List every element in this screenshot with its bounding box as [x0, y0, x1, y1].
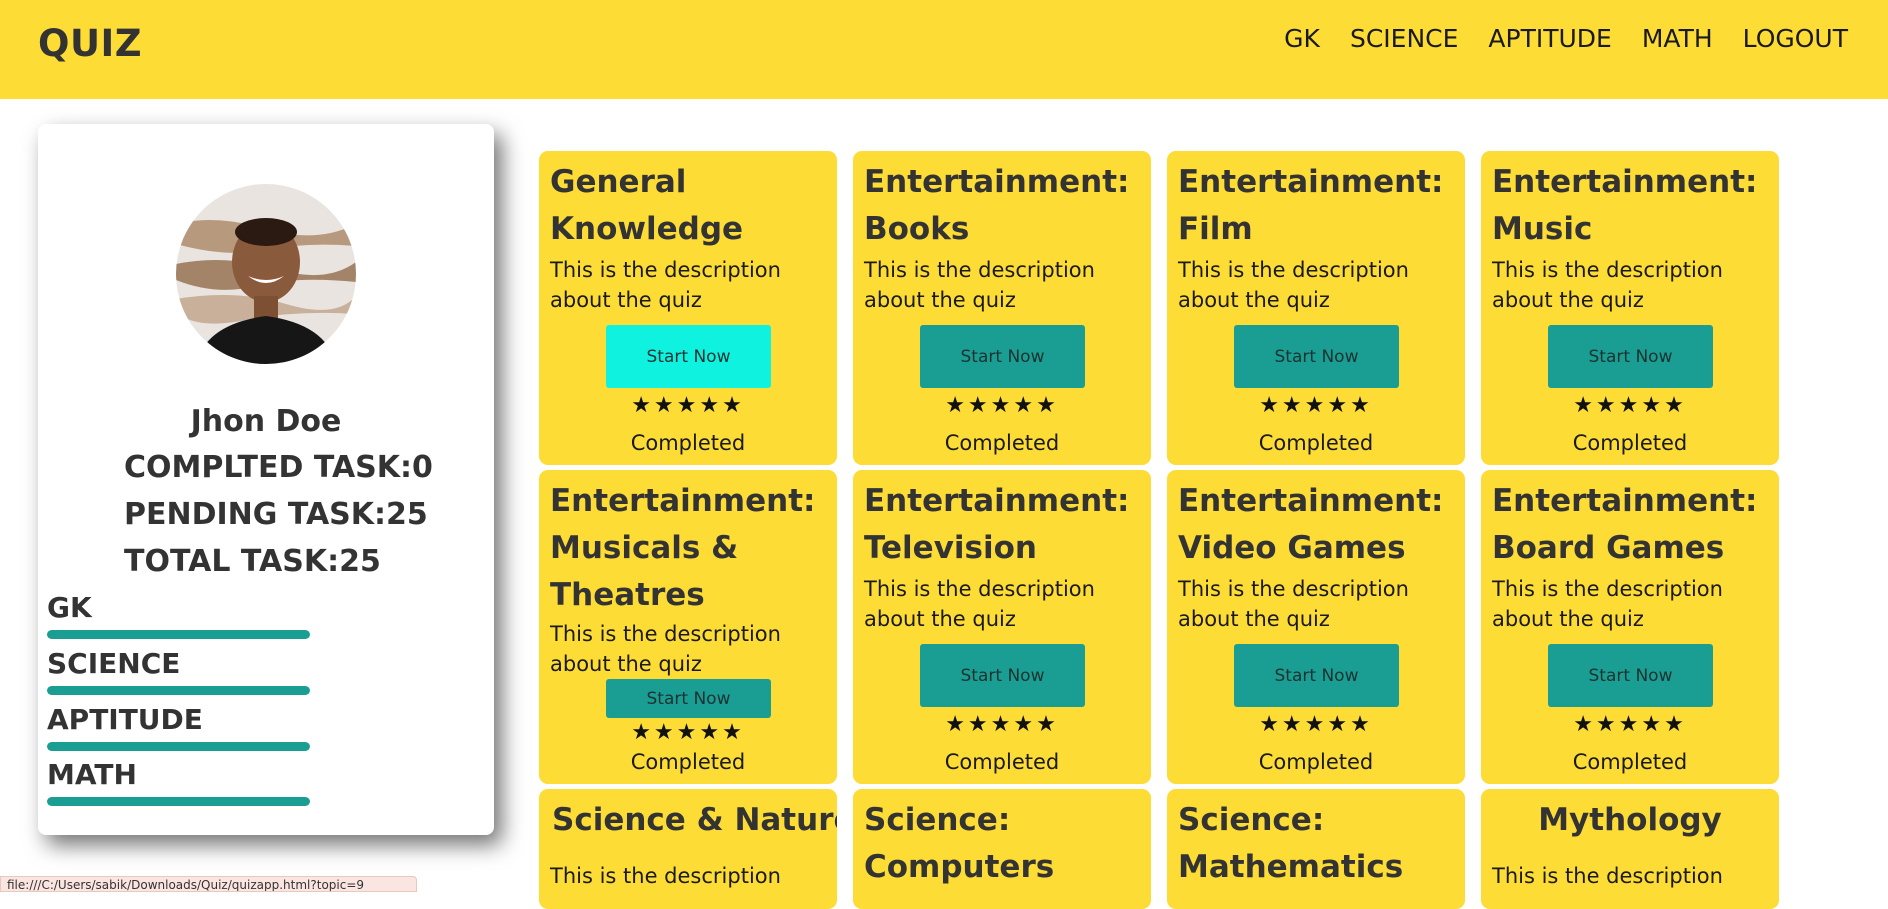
quiz-card-computers: Science: Computers [853, 789, 1151, 909]
quiz-title: Mythology [1538, 802, 1722, 838]
quiz-title: Entertainment: Board Games [1492, 483, 1758, 566]
completion-status: Completed [1572, 750, 1688, 774]
star-rating: ★★★★★ [631, 720, 745, 745]
completion-status: Completed [630, 750, 746, 774]
brand-logo[interactable]: QUIZ [38, 22, 142, 65]
profile-card: Jhon Doe COMPLTED TASK:0 PENDING TASK:25… [38, 124, 494, 835]
total-task-count: TOTAL TASK:25 [124, 544, 381, 579]
star-rating: ★★★★★ [945, 712, 1059, 737]
nav-link-math[interactable]: MATH [1642, 22, 1713, 56]
star-rating: ★★★★★ [1573, 712, 1687, 737]
star-rating: ★★★★★ [631, 393, 745, 418]
progress-label: GK [47, 591, 92, 624]
quiz-title: Entertainment: Books [864, 164, 1130, 247]
quiz-card-board-games: Entertainment: Board Games This is the d… [1481, 470, 1779, 784]
nav-link-science[interactable]: SCIENCE [1350, 22, 1458, 56]
progress-fill [47, 630, 310, 639]
quiz-description: This is the description about the quiz [1178, 577, 1409, 631]
start-now-button[interactable]: Start Now [920, 325, 1085, 388]
quiz-card-music: Entertainment: Music This is the descrip… [1481, 151, 1779, 465]
quiz-title: Science & Nature [552, 802, 837, 838]
completion-status: Completed [944, 750, 1060, 774]
quiz-description: This is the description about the quiz [864, 577, 1095, 631]
quiz-description: This is the description [550, 864, 781, 888]
profile-name: Jhon Doe [190, 404, 342, 439]
progress-bar [47, 630, 310, 639]
nav-link-aptitude[interactable]: APTITUDE [1488, 22, 1611, 56]
progress-fill [47, 797, 310, 806]
progress-bar [47, 742, 310, 751]
quiz-card-musicals-theatres: Entertainment: Musicals & Theatres This … [539, 470, 837, 784]
progress-label: APTITUDE [47, 703, 203, 736]
avatar-image [176, 184, 356, 364]
progress-science: SCIENCE [47, 646, 347, 695]
start-now-button[interactable]: Start Now [1234, 325, 1399, 388]
quiz-title: Entertainment: Film [1178, 164, 1444, 247]
avatar [176, 184, 356, 364]
quiz-card-mythology: Mythology This is the description [1481, 789, 1779, 909]
progress-fill [47, 686, 310, 695]
nav-links: GK SCIENCE APTITUDE MATH LOGOUT [1254, 22, 1848, 56]
start-now-button[interactable]: Start Now [920, 644, 1085, 707]
completion-status: Completed [1258, 431, 1374, 455]
quiz-title: Entertainment: Video Games [1178, 483, 1444, 566]
status-bar-url: file:///C:/Users/sabik/Downloads/Quiz/qu… [0, 876, 417, 892]
quiz-title: Entertainment: Musicals & Theatres [550, 483, 816, 613]
progress-aptitude: APTITUDE [47, 702, 347, 751]
start-now-button[interactable]: Start Now [606, 679, 771, 718]
progress-label: MATH [47, 758, 137, 791]
star-rating: ★★★★★ [1259, 393, 1373, 418]
quiz-card-books: Entertainment: Books This is the descrip… [853, 151, 1151, 465]
quiz-description: This is the description about the quiz [1492, 258, 1723, 312]
star-rating: ★★★★★ [1573, 393, 1687, 418]
star-rating: ★★★★★ [1259, 712, 1373, 737]
start-now-button[interactable]: Start Now [606, 325, 771, 388]
quiz-description: This is the description about the quiz [550, 258, 781, 312]
quiz-description: This is the description about the quiz [1492, 577, 1723, 631]
start-now-button[interactable]: Start Now [1548, 325, 1713, 388]
quiz-card-film: Entertainment: Film This is the descript… [1167, 151, 1465, 465]
progress-fill [47, 742, 310, 751]
quiz-title: General Knowledge [550, 164, 744, 247]
quiz-description: This is the description [1492, 864, 1723, 888]
quiz-title: Science: Mathematics [1178, 802, 1404, 885]
quiz-card-general-knowledge: General Knowledge This is the descriptio… [539, 151, 837, 465]
start-now-button[interactable]: Start Now [1234, 644, 1399, 707]
quiz-description: This is the description about the quiz [1178, 258, 1409, 312]
progress-bar [47, 686, 310, 695]
completion-status: Completed [630, 431, 746, 455]
progress-math: MATH [47, 757, 347, 806]
completion-status: Completed [1258, 750, 1374, 774]
progress-label: SCIENCE [47, 647, 181, 680]
progress-gk: GK [47, 590, 347, 639]
quiz-description: This is the description about the quiz [864, 258, 1095, 312]
progress-bar [47, 797, 310, 806]
quiz-title: Entertainment: Television [864, 483, 1130, 566]
quiz-title: Entertainment: Music [1492, 164, 1758, 247]
star-rating: ★★★★★ [945, 393, 1059, 418]
quiz-card-video-games: Entertainment: Video Games This is the d… [1167, 470, 1465, 784]
nav-link-gk[interactable]: GK [1284, 22, 1320, 56]
quiz-title: Science: Computers [864, 802, 1055, 885]
quiz-description: This is the description about the quiz [550, 622, 781, 676]
completed-task-count: COMPLTED TASK:0 [124, 450, 433, 485]
pending-task-count: PENDING TASK:25 [124, 497, 428, 532]
nav-link-logout[interactable]: LOGOUT [1743, 22, 1848, 56]
quiz-card-science-nature: Science & Nature This is the description [539, 789, 837, 909]
quiz-card-television: Entertainment: Television This is the de… [853, 470, 1151, 784]
navbar: QUIZ GK SCIENCE APTITUDE MATH LOGOUT [0, 0, 1888, 99]
completion-status: Completed [1572, 431, 1688, 455]
start-now-button[interactable]: Start Now [1548, 644, 1713, 707]
completion-status: Completed [944, 431, 1060, 455]
quiz-card-mathematics: Science: Mathematics [1167, 789, 1465, 909]
